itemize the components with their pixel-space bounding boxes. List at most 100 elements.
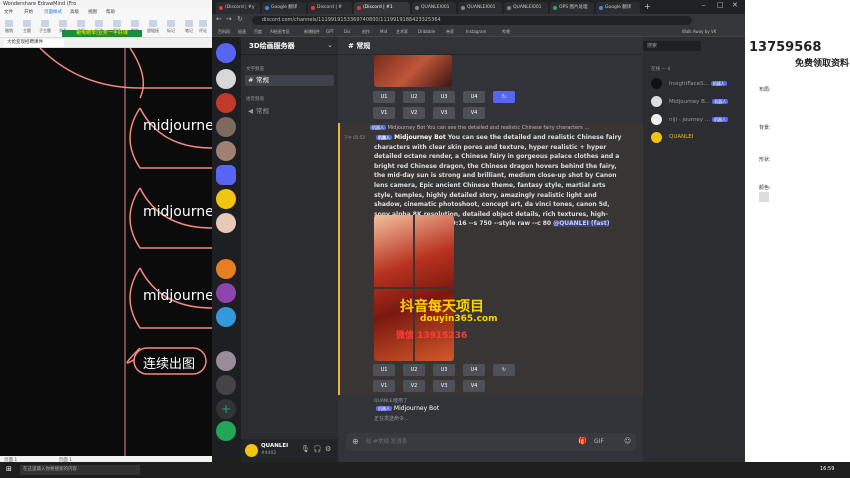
headset-icon[interactable]: 🎧 (313, 445, 322, 453)
subtopic-button[interactable]: 子主题 (38, 20, 52, 34)
bookmark[interactable]: 哔哩 (502, 29, 510, 35)
u3-button[interactable]: U3 (433, 364, 455, 376)
u2-button[interactable]: U2 (403, 364, 425, 376)
discord-home-icon[interactable] (216, 43, 236, 63)
v3-button[interactable]: V3 (433, 107, 455, 119)
v3-button[interactable]: V3 (433, 380, 455, 392)
mindmap-node[interactable]: 连续出图 (143, 353, 195, 372)
browser-tab[interactable]: Discord | # (308, 2, 352, 14)
v4-button[interactable]: V4 (463, 380, 485, 392)
topic-button[interactable]: 主题 (20, 20, 34, 34)
bookmark[interactable]: Walk Away by VK (682, 29, 716, 34)
v4-button[interactable]: V4 (463, 107, 485, 119)
reroll-button[interactable]: ↻ (493, 91, 515, 103)
browser-tab[interactable]: OPS 图片处理 (550, 2, 594, 14)
browser-tab[interactable]: Google 翻译 (262, 2, 306, 14)
comment-button[interactable]: 评论 (196, 20, 210, 34)
author-name[interactable]: Midjourney Bot (394, 134, 446, 141)
reply-preview[interactable]: 机器人 Midjourney Bot You can see the detai… (368, 125, 589, 131)
server-icon[interactable] (216, 351, 236, 371)
color-button[interactable] (759, 192, 769, 202)
browser-tab[interactable]: QUANLEI001 (458, 2, 502, 14)
browser-tab[interactable]: Google 翻译 (596, 2, 640, 14)
ribbon-tab[interactable]: 开始 (24, 9, 33, 15)
v1-button[interactable]: V1 (373, 380, 395, 392)
ribbon-tab[interactable]: 帮助 (106, 9, 115, 15)
server-icon[interactable] (216, 93, 236, 113)
reroll-button[interactable]: ↻ (493, 364, 515, 376)
guild-name[interactable]: 3D绘画服务器 (241, 37, 338, 55)
server-icon[interactable] (216, 117, 236, 137)
note-button[interactable]: 笔记 (182, 20, 196, 34)
mindmap-node[interactable]: midjourne (143, 118, 212, 134)
ribbon-tab[interactable]: 文件 (4, 9, 13, 15)
start-icon[interactable]: ⊞ (6, 465, 12, 473)
u4-button[interactable]: U4 (463, 91, 485, 103)
member-item[interactable]: niji · journey ... 机器人 (651, 113, 743, 126)
doc-tab[interactable]: 大抢变现招聘课件 (4, 39, 64, 47)
server-icon[interactable] (216, 259, 236, 279)
server-icon[interactable] (216, 189, 236, 209)
browser-tab[interactable]: QUANLEI001 (412, 2, 456, 14)
mindmap-canvas[interactable]: midjourne midjourne midjourne 连续出图 (0, 48, 212, 458)
mic-icon[interactable]: 🎙 (301, 445, 310, 453)
server-icon[interactable] (216, 213, 236, 233)
server-icon[interactable] (216, 307, 236, 327)
emoji-icon[interactable]: ☺ (624, 437, 631, 445)
new-tab-icon[interactable]: + (644, 2, 651, 11)
generated-image[interactable] (374, 55, 452, 87)
ribbon-tab[interactable]: 视图 (88, 9, 97, 15)
bookmark[interactable]: Mid (380, 29, 387, 34)
bookmark[interactable]: Instagram (466, 29, 486, 34)
channel-text-general[interactable]: # 常规 (245, 75, 334, 86)
server-icon[interactable] (216, 69, 236, 89)
u2-button[interactable]: U2 (403, 91, 425, 103)
member-item[interactable]: Midjourney B... 机器人 (651, 95, 743, 108)
back-icon[interactable]: ← (216, 15, 222, 23)
category-text[interactable]: 文字频道 (246, 66, 264, 72)
bookmark[interactable]: Dribbble (418, 29, 435, 34)
bookmark[interactable]: 百科网 (218, 29, 230, 35)
server-icon[interactable] (216, 375, 236, 395)
bookmark[interactable]: Dis (344, 29, 350, 34)
browser-tab-active[interactable]: (Discord | #1 (354, 2, 410, 14)
bookmark[interactable]: 百度 (254, 29, 262, 35)
category-voice[interactable]: 语音频道 (246, 96, 264, 102)
reload-icon[interactable]: ↻ (237, 15, 243, 23)
v2-button[interactable]: V2 (403, 380, 425, 392)
avatar[interactable] (245, 444, 258, 457)
mention[interactable]: @QUANLEI (fast) (553, 220, 610, 228)
search-input[interactable]: 搜索 (643, 41, 701, 51)
undo-button[interactable]: 撤销 (2, 20, 16, 34)
browser-tab[interactable]: (Discord | #y (216, 2, 260, 14)
u3-button[interactable]: U3 (433, 91, 455, 103)
add-attachment-icon[interactable]: ⊕ (352, 437, 359, 446)
ribbon-tab[interactable]: 高级 (70, 9, 79, 15)
mindmap-node[interactable]: midjourne (143, 204, 212, 220)
folder-icon[interactable] (216, 165, 236, 185)
bookmark[interactable]: GPT (326, 29, 334, 34)
minimize-icon[interactable]: – (702, 1, 706, 9)
server-icon[interactable] (216, 283, 236, 303)
message-input[interactable]: 给 #常规 发消息 (346, 433, 636, 451)
bookmark[interactable]: AI绘画专区 (270, 29, 290, 35)
member-item[interactable]: QUANLEI (651, 131, 743, 144)
member-item[interactable]: InsightFaceS... 机器人 (651, 77, 743, 90)
v2-button[interactable]: V2 (403, 107, 425, 119)
channel-voice-general[interactable]: ◀ 常规 (245, 106, 334, 117)
v1-button[interactable]: V1 (373, 107, 395, 119)
bookmark[interactable]: 极速 (238, 29, 246, 35)
bookmark[interactable]: 创作 (362, 29, 370, 35)
explore-icon[interactable] (216, 421, 236, 441)
chevron-down-icon[interactable]: ⌄ (327, 41, 333, 49)
gear-icon[interactable]: ⚙ (325, 445, 331, 453)
mindmap-node[interactable]: midjourne (143, 288, 212, 304)
add-server-icon[interactable]: + (216, 399, 236, 419)
close-icon[interactable]: ✕ (732, 1, 738, 9)
u1-button[interactable]: U1 (373, 364, 395, 376)
url-input[interactable]: discord.com/channels/1119919153369740800… (252, 16, 692, 25)
bookmark[interactable]: 帝家 (446, 29, 454, 35)
maximize-icon[interactable]: □ (717, 1, 724, 9)
u1-button[interactable]: U1 (373, 91, 395, 103)
bookmark[interactable]: 新增插件 (304, 29, 320, 35)
